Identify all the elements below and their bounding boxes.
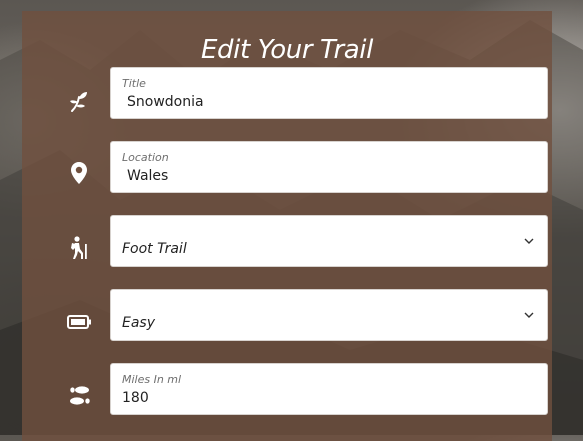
chevron-down-icon[interactable] xyxy=(523,235,535,247)
miles-field-value[interactable]: 180 xyxy=(122,390,149,406)
title-field-value[interactable]: Snowdonia xyxy=(127,94,204,110)
chevron-down-icon[interactable] xyxy=(523,309,535,321)
difficulty-select[interactable]: Easy xyxy=(110,289,548,341)
difficulty-selected: Easy xyxy=(122,315,156,331)
location-pin-icon xyxy=(66,160,92,186)
miles-field[interactable]: Miles In ml 180 xyxy=(110,363,548,415)
footprints-icon xyxy=(66,383,92,409)
miles-field-label: Miles In ml xyxy=(122,373,182,386)
trail-type-select[interactable]: Foot Trail xyxy=(110,215,548,267)
battery-icon xyxy=(66,309,92,335)
title-field[interactable]: Title Snowdonia xyxy=(110,67,548,119)
hiker-icon xyxy=(66,235,92,261)
title-field-label: Title xyxy=(122,77,146,90)
location-field-value[interactable]: Wales xyxy=(127,168,168,184)
edit-trail-card: Edit Your Trail Title Snowdonia Location… xyxy=(22,11,552,441)
page-title: Edit Your Trail xyxy=(201,35,373,65)
trail-type-selected: Foot Trail xyxy=(122,241,187,257)
location-field-label: Location xyxy=(122,151,169,164)
location-field[interactable]: Location Wales xyxy=(110,141,548,193)
sprout-icon xyxy=(66,89,92,115)
